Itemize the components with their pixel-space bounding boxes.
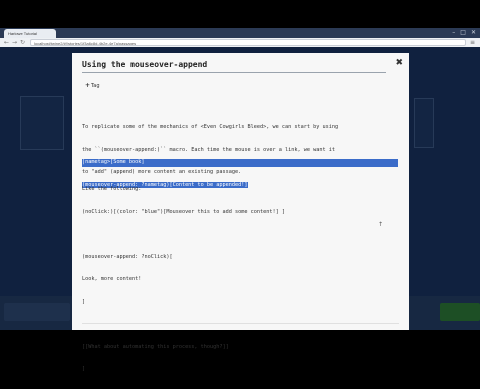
text-line: Look, more content!: [82, 276, 142, 282]
passage-editor-dialog: Using the mouseover-append ✖ +Tag To rep…: [72, 53, 409, 372]
add-tag-button[interactable]: +Tag: [85, 82, 100, 89]
text-line: ]: [82, 298, 86, 305]
passage-text-body[interactable]: Like the following: (noClick:)[(color: "…: [82, 171, 402, 389]
text-line: ]: [82, 366, 86, 372]
window-controls: – □ ✕: [452, 28, 476, 38]
text-line: |nametag>[Some book]: [82, 159, 402, 167]
add-tag-label: Tag: [91, 83, 100, 89]
screen: Harlowe Tutorial – □ ✕ ← → ↻ localhost/t…: [0, 0, 480, 372]
mouse-cursor-icon: ↑: [378, 221, 384, 228]
menu-icon[interactable]: ≡: [470, 38, 475, 47]
address-bar[interactable]: localhost/twine2/#!/stories/1f3a6c8d-4b2…: [30, 39, 466, 46]
window-close-icon[interactable]: ✕: [471, 28, 476, 38]
browser-tab-bar: [0, 28, 480, 38]
title-underline: [82, 72, 386, 73]
text-line: To replicate some of the mechanics of <E…: [82, 124, 339, 130]
text-line: (noClick:)[(color: "blue")[Mouseover thi…: [82, 208, 286, 215]
minimize-icon[interactable]: –: [452, 28, 455, 38]
plus-icon: +: [85, 82, 91, 89]
text-line: Like the following:: [82, 186, 142, 192]
back-arrow-icon[interactable]: ←: [4, 38, 9, 47]
maximize-icon[interactable]: □: [460, 28, 466, 38]
dialog-header: Using the mouseover-append ✖: [72, 53, 409, 76]
text-line: [82, 231, 402, 239]
text-line: [[What about automating this process, th…: [82, 343, 229, 350]
close-icon[interactable]: ✖: [395, 58, 403, 68]
editor-bottom-divider: [82, 323, 399, 324]
text-line: (mouseover-append: ?noClick)[: [82, 253, 173, 260]
reload-icon[interactable]: ↻: [20, 38, 25, 47]
passage-title[interactable]: Using the mouseover-append: [82, 60, 207, 69]
browser-tab[interactable]: Harlowe Tutorial: [4, 29, 56, 38]
selected-line: |nametag>[Some book]: [82, 159, 398, 167]
forward-arrow-icon[interactable]: →: [12, 38, 17, 47]
